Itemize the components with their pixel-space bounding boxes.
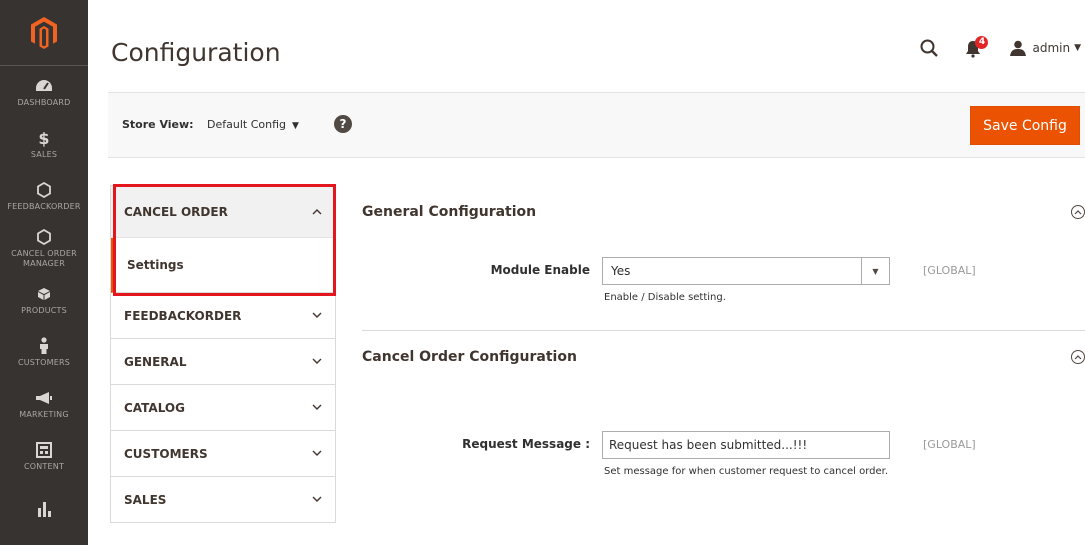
tab-item-label: Settings: [127, 258, 184, 272]
module-enable-hint: Enable / Disable setting.: [604, 292, 726, 303]
tab-title: CATALOG: [124, 400, 185, 415]
magento-logo-icon: [31, 16, 57, 49]
config-tabs: CANCEL ORDER Settings FEEDBACKORDER GENE…: [110, 185, 336, 523]
chevron-down-icon: [312, 449, 322, 459]
tab-title: SALES: [124, 492, 167, 507]
menu-item-products[interactable]: PRODUCTS: [0, 274, 88, 326]
section-title: General Configuration: [362, 204, 537, 220]
menu-item-sales[interactable]: $ SALES: [0, 118, 88, 170]
box-icon: [37, 284, 51, 304]
menu-item-label: CONTENT: [23, 462, 65, 471]
header-actions: 4 admin ▼: [918, 36, 1085, 60]
chevron-down-icon: [312, 495, 322, 505]
tab-catalog[interactable]: CATALOG: [111, 385, 335, 431]
store-view-value: Default Config: [207, 118, 286, 131]
section-divider: [362, 330, 1085, 331]
menu-item-dashboard[interactable]: DASHBOARD: [0, 66, 88, 118]
help-icon[interactable]: ?: [334, 115, 352, 133]
page-actions-bar: Store View: Default Config ▼ ? Save Confi…: [108, 92, 1085, 158]
section-general-configuration[interactable]: General Configuration: [362, 197, 1085, 227]
bar-chart-icon: [36, 498, 52, 518]
menu-item-label: DASHBOARD: [17, 98, 71, 107]
notification-count-badge: 4: [975, 36, 989, 49]
request-message-input[interactable]: [602, 431, 890, 459]
menu-item-feedbackorder[interactable]: FEEDBACKORDER: [0, 170, 88, 222]
user-menu[interactable]: admin ▼: [1010, 40, 1081, 56]
admin-sidebar: DASHBOARD $ SALES FEEDBACKORDER CANCEL O…: [0, 0, 88, 545]
collapse-icon: [1071, 350, 1085, 364]
tab-title: CANCEL ORDER: [124, 204, 228, 219]
magento-logo[interactable]: [0, 0, 88, 66]
search-icon[interactable]: [918, 37, 940, 59]
menu-item-label: CANCEL ORDER MANAGER: [11, 249, 77, 268]
request-message-hint: Set message for when customer request to…: [604, 466, 889, 477]
module-enable-select[interactable]: Yes ▼: [602, 257, 890, 285]
store-view-label: Store View:: [122, 118, 194, 131]
tab-sales[interactable]: SALES: [111, 477, 335, 523]
dashboard-icon: [35, 76, 53, 96]
megaphone-icon: [35, 388, 53, 408]
section-title: Cancel Order Configuration: [362, 349, 577, 365]
menu-item-label: SALES: [30, 150, 58, 159]
tab-customers[interactable]: CUSTOMERS: [111, 431, 335, 477]
tab-general[interactable]: GENERAL: [111, 339, 335, 385]
tab-title: CUSTOMERS: [124, 446, 208, 461]
chevron-down-icon: ▼: [861, 258, 889, 284]
menu-item-reports[interactable]: [0, 482, 88, 534]
chevron-down-icon: ▼: [291, 121, 299, 131]
menu-item-cancel-order-manager[interactable]: CANCEL ORDER MANAGER: [0, 222, 88, 274]
dollar-icon: $: [38, 128, 50, 148]
person-icon: [39, 336, 49, 356]
chevron-down-icon: [312, 357, 322, 367]
request-message-label: Request Message :: [462, 437, 590, 451]
chevron-up-icon: [312, 207, 322, 217]
hexagon-icon: [37, 227, 51, 247]
scope-label: [GLOBAL]: [923, 438, 976, 451]
tab-feedbackorder[interactable]: FEEDBACKORDER: [111, 293, 335, 339]
chevron-down-icon: ▼: [1074, 43, 1081, 53]
tab-cancel-order[interactable]: CANCEL ORDER: [111, 186, 335, 238]
menu-item-marketing[interactable]: MARKETING: [0, 378, 88, 430]
chevron-down-icon: [312, 311, 322, 321]
menu-item-label: MARKETING: [19, 410, 69, 419]
tab-item-settings[interactable]: Settings: [111, 238, 335, 293]
tab-title: FEEDBACKORDER: [124, 308, 242, 323]
menu-item-content[interactable]: CONTENT: [0, 430, 88, 482]
scope-label: [GLOBAL]: [923, 264, 976, 277]
menu-item-label: FEEDBACKORDER: [7, 202, 81, 211]
page-title: Configuration: [111, 38, 281, 67]
save-config-button[interactable]: Save Config: [970, 106, 1080, 145]
tab-title: GENERAL: [124, 354, 187, 369]
select-value: Yes: [611, 264, 631, 278]
notifications-button[interactable]: 4: [964, 36, 990, 59]
module-enable-label: Module Enable: [490, 263, 590, 277]
section-cancel-order-configuration[interactable]: Cancel Order Configuration: [362, 342, 1085, 372]
user-name: admin: [1032, 41, 1071, 55]
store-view-switcher[interactable]: Default Config ▼: [207, 118, 299, 131]
user-icon: [1010, 40, 1027, 56]
menu-item-label: PRODUCTS: [21, 306, 67, 315]
hexagon-icon: [37, 180, 51, 200]
collapse-icon: [1071, 205, 1085, 219]
menu-item-label: CUSTOMERS: [17, 358, 71, 367]
layout-icon: [36, 440, 52, 460]
menu-item-customers[interactable]: CUSTOMERS: [0, 326, 88, 378]
chevron-down-icon: [312, 403, 322, 413]
